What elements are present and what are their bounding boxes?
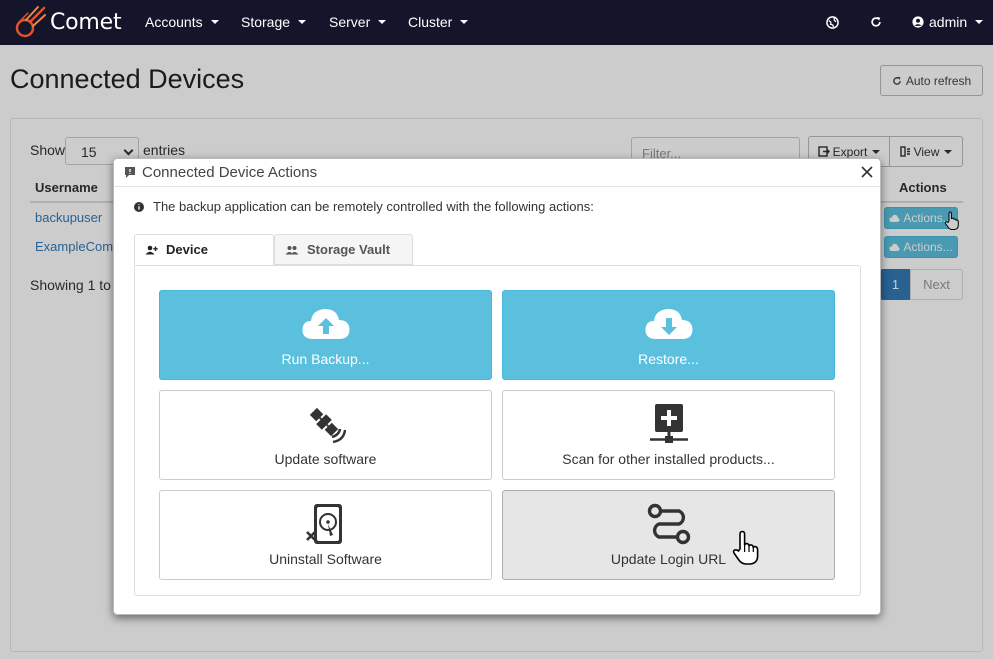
nav-storage-label: Storage [241,14,291,30]
top-navbar: Comet Accounts Storage Server Cluster ad… [0,0,993,45]
update-login-url-button[interactable]: Update Login URL [502,490,835,580]
nav-cluster-label: Cluster [408,14,453,30]
update-software-label: Update software [274,451,377,467]
cloud-upload-icon [301,303,351,345]
caret-down-icon [378,20,387,24]
device-actions-modal: Connected Device Actions The backup appl… [113,158,881,615]
brand-name: Comet [50,9,122,35]
restore-label: Restore... [638,351,699,367]
users-icon [285,245,299,254]
tab-storage-vault[interactable]: Storage Vault [274,234,413,265]
restore-button[interactable]: Restore... [502,290,835,380]
close-icon[interactable] [858,163,876,181]
route-icon [644,503,694,545]
modal-header: Connected Device Actions [114,159,880,187]
tab-device-label: Device [166,242,208,257]
nav-cluster-menu[interactable]: Cluster [408,14,469,30]
uninstall-software-label: Uninstall Software [269,551,382,567]
nav-storage-menu[interactable]: Storage [241,14,307,30]
scan-products-button[interactable]: Scan for other installed products... [502,390,835,480]
cloud-download-icon [644,303,694,345]
info-text: The backup application can be remotely c… [153,199,594,214]
caret-down-icon [210,20,219,24]
user-plus-icon [145,245,158,254]
tab-device[interactable]: Device [134,234,274,265]
globe-icon[interactable] [824,14,840,30]
caret-down-icon [460,20,469,24]
nav-server-label: Server [329,14,371,30]
modal-title: Connected Device Actions [142,164,318,181]
run-backup-label: Run Backup... [281,351,370,367]
satellite-icon [301,403,351,445]
comet-logo-icon [15,6,46,38]
refresh-icon[interactable] [868,14,884,30]
user-menu[interactable]: admin [912,14,984,30]
user-circle-icon [912,16,924,28]
caret-down-icon [975,20,984,24]
brand-logo[interactable]: Comet [14,5,122,39]
message-alert-icon [125,167,135,178]
device-tab-panel: Run Backup... Restore... Update software… [134,265,861,596]
network-add-icon [644,403,694,445]
uninstall-software-button[interactable]: Uninstall Software [159,490,492,580]
run-backup-button[interactable]: Run Backup... [159,290,492,380]
update-login-url-label: Update Login URL [610,551,727,567]
tab-storage-vault-label: Storage Vault [307,242,391,257]
scan-products-label: Scan for other installed products... [562,451,775,467]
nav-accounts-label: Accounts [145,14,203,30]
nav-accounts-menu[interactable]: Accounts [145,14,219,30]
remove-disk-icon [301,503,351,545]
info-message: The backup application can be remotely c… [134,199,594,214]
caret-down-icon [298,20,307,24]
user-name: admin [929,14,968,30]
info-icon [134,201,144,212]
nav-server-menu[interactable]: Server [329,14,387,30]
hand-cursor-icon [732,530,759,565]
update-software-button[interactable]: Update software [159,390,492,480]
